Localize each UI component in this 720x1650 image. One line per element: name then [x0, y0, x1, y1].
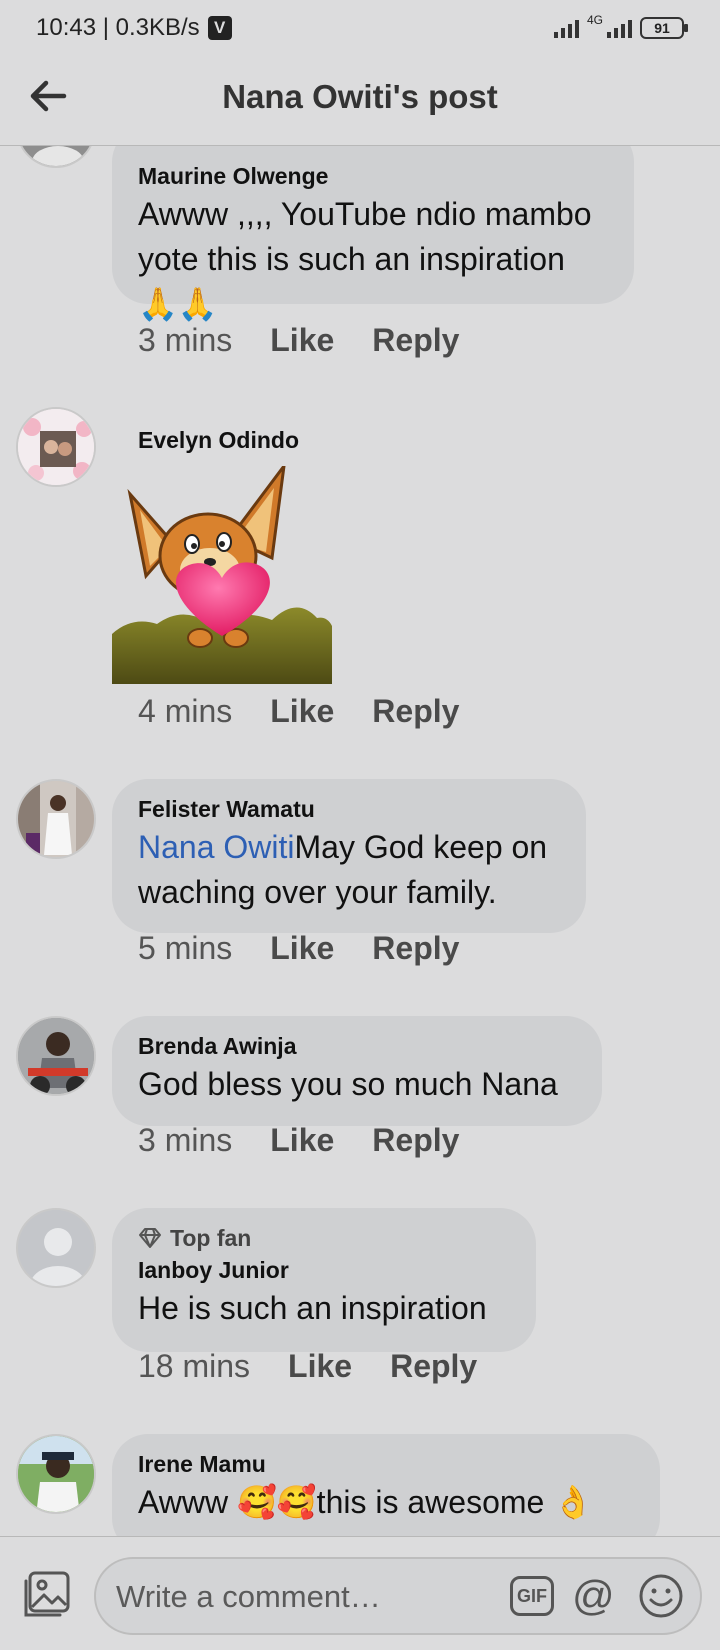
comment-actions: 3 mins Like Reply — [138, 1122, 459, 1159]
comment-bubble[interactable]: Irene Mamu Awww 🥰🥰this is awesome 👌 — [112, 1434, 660, 1536]
reply-button[interactable]: Reply — [372, 930, 459, 967]
comment-actions: 3 mins Like Reply — [138, 322, 459, 359]
reply-button[interactable]: Reply — [390, 1348, 477, 1385]
avatar-photo-icon — [18, 1018, 94, 1094]
like-button[interactable]: Like — [288, 1348, 352, 1385]
smiley-icon — [639, 1574, 683, 1618]
network-type: 4G — [586, 13, 603, 27]
battery-icon: 91 — [640, 17, 688, 39]
reply-button[interactable]: Reply — [372, 322, 459, 359]
comment-time: 3 mins — [138, 322, 233, 358]
status-left: 10:43 | 0.3KB/s V — [36, 14, 232, 42]
comment-bubble[interactable]: Maurine Olwenge Awww ,,,, YouTube ndio m… — [112, 146, 634, 322]
comment-text: Awww 🥰🥰this is awesome 👌 — [138, 1484, 594, 1520]
comment-text: God bless you so much Nana — [138, 1066, 558, 1102]
comment-text: Awww ,,,, YouTube ndio mambo yote this i… — [138, 196, 592, 322]
like-button[interactable]: Like — [270, 322, 334, 359]
avatar[interactable] — [16, 1016, 96, 1096]
top-fan-badge: Top fan — [138, 1222, 510, 1254]
avatar-photo-icon — [18, 409, 94, 485]
comment-actions: 4 mins Like Reply — [138, 693, 459, 730]
comment-author[interactable]: Evelyn Odindo — [138, 424, 299, 456]
comment-time: 4 mins — [138, 693, 233, 729]
status-right: 4G 91 — [553, 13, 688, 39]
comment-time: 5 mins — [138, 930, 233, 966]
avatar[interactable] — [16, 1208, 96, 1288]
comment-bubble[interactable]: Top fan Ianboy Junior He is such an insp… — [112, 1208, 536, 1352]
comment-author[interactable]: Brenda Awinja — [138, 1030, 576, 1062]
comment-composer: GIF @ — [0, 1536, 720, 1650]
comment-author[interactable]: Irene Mamu — [138, 1448, 634, 1480]
comment-box[interactable]: GIF @ — [94, 1557, 702, 1635]
comment-input[interactable] — [116, 1577, 476, 1617]
like-button[interactable]: Like — [270, 693, 334, 730]
avatar[interactable] — [16, 779, 96, 859]
avatar[interactable] — [16, 1434, 96, 1514]
comments-feed[interactable]: Maurine Olwenge Awww ,,,, YouTube ndio m… — [0, 146, 720, 1536]
avatar-photo-icon — [18, 781, 94, 857]
avatar[interactable] — [16, 146, 96, 168]
comment-text: He is such an inspiration — [138, 1290, 487, 1326]
comment-author[interactable]: Felister Wamatu — [138, 793, 560, 825]
default-avatar-icon — [18, 1210, 94, 1286]
sticker-icon — [112, 460, 332, 684]
reply-button[interactable]: Reply — [372, 1122, 459, 1159]
comment-time: 3 mins — [138, 1122, 233, 1158]
comment-actions: 18 mins Like Reply — [138, 1348, 477, 1385]
avatar-photo-icon — [18, 146, 94, 166]
photo-button[interactable] — [20, 1569, 72, 1621]
like-button[interactable]: Like — [270, 1122, 334, 1159]
comment-author[interactable]: Ianboy Junior — [138, 1254, 510, 1286]
mention-link[interactable]: Nana Owiti — [138, 829, 295, 865]
comment-bubble[interactable]: Brenda Awinja God bless you so much Nana — [112, 1016, 602, 1126]
page-title: Nana Owiti's post — [222, 78, 498, 115]
gif-button[interactable]: GIF — [510, 1576, 554, 1616]
signal-icon — [553, 18, 579, 38]
comment-author[interactable]: Maurine Olwenge — [138, 160, 608, 192]
avatar[interactable] — [16, 407, 96, 487]
top-fan-label: Top fan — [170, 1225, 252, 1251]
post-header: Nana Owiti's post — [0, 56, 720, 146]
status-bar: 10:43 | 0.3KB/s V 4G 91 — [0, 0, 720, 56]
status-time: 10:43 | 0.3KB/s — [36, 14, 200, 41]
emoji-button[interactable] — [638, 1573, 684, 1619]
comment-text: Nana OwitiMay God keep on waching over y… — [138, 825, 560, 915]
comment-time: 18 mins — [138, 1348, 251, 1384]
dog-holding-heart-sticker[interactable] — [112, 460, 332, 684]
diamond-icon — [139, 1228, 161, 1248]
mention-button[interactable]: @ — [572, 1571, 615, 1621]
comment-bubble[interactable]: Felister Wamatu Nana OwitiMay God keep o… — [112, 779, 586, 933]
signal-icon-2 — [607, 18, 632, 38]
avatar-photo-icon — [18, 1436, 94, 1512]
comment-actions: 5 mins Like Reply — [138, 930, 459, 967]
reply-button[interactable]: Reply — [372, 693, 459, 730]
photo-icon — [24, 1571, 70, 1617]
like-button[interactable]: Like — [270, 930, 334, 967]
v-app-icon: V — [207, 16, 232, 40]
